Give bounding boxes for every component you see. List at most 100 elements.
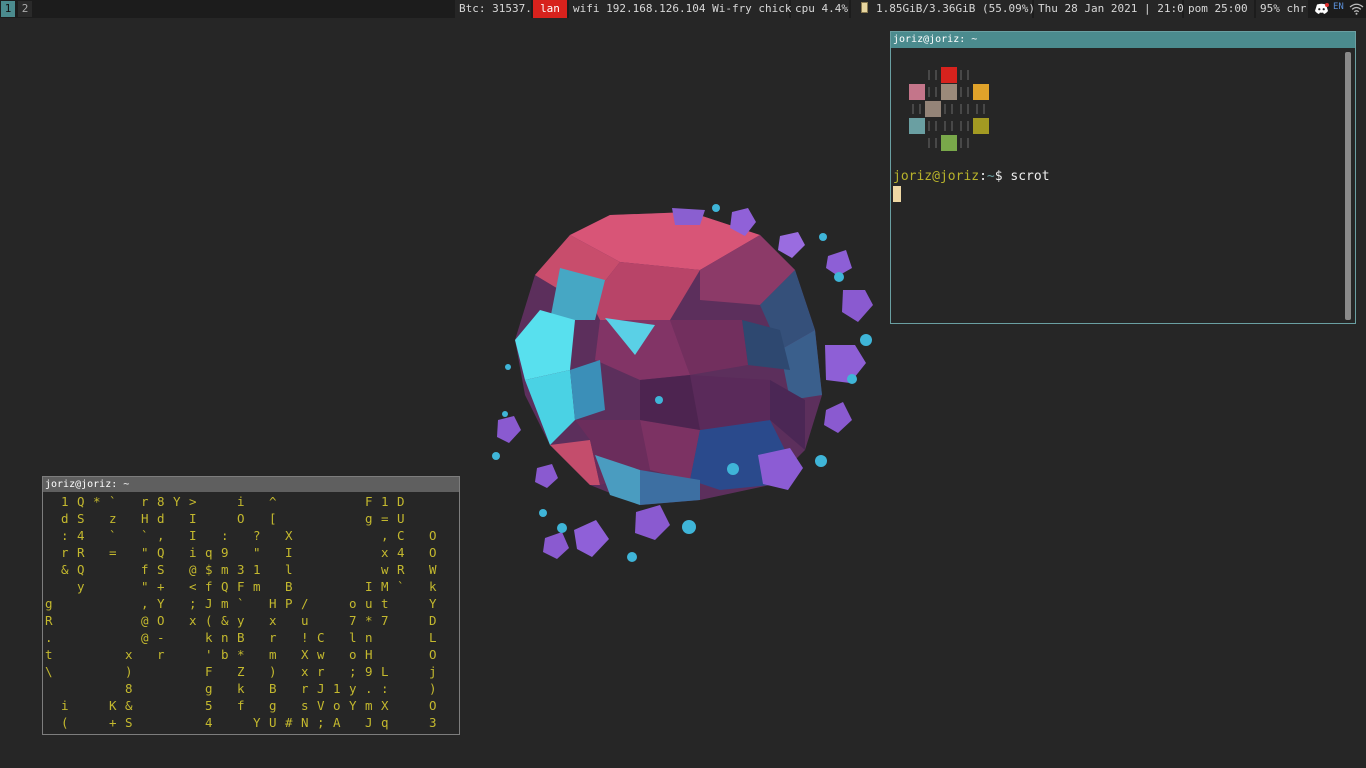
matrix-char: f (237, 698, 245, 713)
matrix-char: + (157, 579, 165, 594)
matrix-char: ? (253, 528, 261, 543)
matrix-char: B (237, 630, 245, 645)
shell-prompt-line[interactable]: joriz@joriz:~$ scrot (893, 169, 1050, 184)
matrix-char: o (333, 698, 341, 713)
matrix-char: B (285, 579, 293, 594)
matrix-char: r (157, 647, 165, 662)
matrix-char: f (205, 579, 213, 594)
memory-status: 1.85GiB/3.36GiB (55.09%) (851, 0, 1035, 18)
matrix-char: B (269, 681, 277, 696)
matrix-char: m (365, 698, 373, 713)
matrix-char: j (429, 664, 437, 679)
matrix-char: m (269, 647, 277, 662)
matrix-char: * (237, 647, 245, 662)
matrix-terminal-window[interactable]: joriz@joriz: ~ 1 Q * ` r 8 Y > i ^ F 1 Dd Sz Hd I O[g = U:… (42, 476, 460, 735)
matrix-char: t (45, 647, 53, 662)
matrix-char: O (157, 613, 165, 628)
keyboard-layout-indicator[interactable]: EN (1333, 2, 1344, 12)
matrix-char: r (301, 681, 309, 696)
matrix-char: J (317, 681, 325, 696)
matrix-char: I (365, 579, 373, 594)
matrix-char: u (365, 596, 373, 611)
matrix-char: i (189, 545, 197, 560)
matrix-char: x (301, 664, 309, 679)
matrix-char: Y (173, 494, 181, 509)
matrix-char: l (349, 630, 357, 645)
matrix-char: U (269, 715, 277, 730)
battery-status: 95% chr (1256, 0, 1308, 18)
matrix-char: $ (205, 562, 213, 577)
matrix-char: w (381, 562, 389, 577)
matrix-char: x (269, 613, 277, 628)
matrix-char: & (125, 698, 133, 713)
matrix-char: , (381, 528, 389, 543)
pomodoro-timer[interactable]: pom 25:00 (1184, 0, 1254, 18)
matrix-char: ' (205, 647, 213, 662)
workspace-2-button[interactable]: 2 (18, 1, 32, 17)
matrix-char: r (317, 664, 325, 679)
matrix-char: X (301, 647, 309, 662)
workspace-1-button[interactable]: 1 (1, 1, 15, 17)
matrix-char: [ (269, 511, 277, 526)
matrix-char: - (157, 630, 165, 645)
text-cursor (893, 186, 901, 202)
matrix-char: m (253, 579, 261, 594)
matrix-char: 4 (397, 545, 405, 560)
matrix-char: g (45, 596, 53, 611)
matrix-char: R (77, 545, 85, 560)
date-time-status: Thu 28 Jan 2021 | 21:08 (1034, 0, 1190, 18)
matrix-char: @ (141, 613, 149, 628)
matrix-char: Q (77, 562, 85, 577)
matrix-char: S (157, 562, 165, 577)
matrix-char: k (429, 579, 437, 594)
matrix-char: ( (205, 613, 213, 628)
matrix-char: 1 (61, 494, 69, 509)
terminal-window[interactable]: joriz@joriz: ~ joriz@joriz:~$ scrot (890, 31, 1356, 324)
matrix-char: M (381, 579, 389, 594)
matrix-char: q (205, 545, 213, 560)
discord-icon[interactable] (1314, 3, 1329, 18)
matrix-char: 7 (349, 613, 357, 628)
matrix-char: ! (301, 630, 309, 645)
matrix-char: O (237, 511, 245, 526)
prompt-symbol: $ (994, 169, 1011, 184)
matrix-char: P (285, 596, 293, 611)
matrix-char: 3 (429, 715, 437, 730)
matrix-char: A (333, 715, 341, 730)
matrix-char: 1 (253, 562, 261, 577)
shell-command: scrot (1010, 169, 1050, 184)
matrix-char: Y (429, 596, 437, 611)
matrix-char: Q (77, 494, 85, 509)
matrix-char: N (301, 715, 309, 730)
matrix-char: y (349, 681, 357, 696)
matrix-char: Y (157, 596, 165, 611)
wifi-status: wifi 192.168.126.104 Wi-fry chicken (569, 0, 805, 18)
matrix-char: x (125, 647, 133, 662)
prompt-user: joriz@joriz (893, 169, 980, 184)
matrix-char: V (317, 698, 325, 713)
matrix-char: Q (221, 579, 229, 594)
wifi-signal-icon[interactable] (1349, 3, 1364, 18)
matrix-char: , (141, 596, 149, 611)
matrix-char: 9 (221, 545, 229, 560)
matrix-char: ) (125, 664, 133, 679)
matrix-char: l (285, 562, 293, 577)
matrix-char: J (205, 596, 213, 611)
matrix-char: b (221, 647, 229, 662)
matrix-char: " (253, 545, 261, 560)
matrix-char: u (301, 613, 309, 628)
matrix-char: S (125, 715, 133, 730)
matrix-char: I (285, 545, 293, 560)
matrix-char: y (237, 613, 245, 628)
matrix-char: O (429, 528, 437, 543)
matrix-char: 8 (157, 494, 165, 509)
matrix-char: 1 (333, 681, 341, 696)
matrix-char: H (141, 511, 149, 526)
matrix-char: D (429, 613, 437, 628)
matrix-char: n (221, 630, 229, 645)
matrix-char: F (237, 579, 245, 594)
matrix-char: s (301, 698, 309, 713)
matrix-char: @ (189, 562, 197, 577)
terminal-scrollbar[interactable] (1345, 52, 1351, 320)
matrix-char: x (381, 545, 389, 560)
